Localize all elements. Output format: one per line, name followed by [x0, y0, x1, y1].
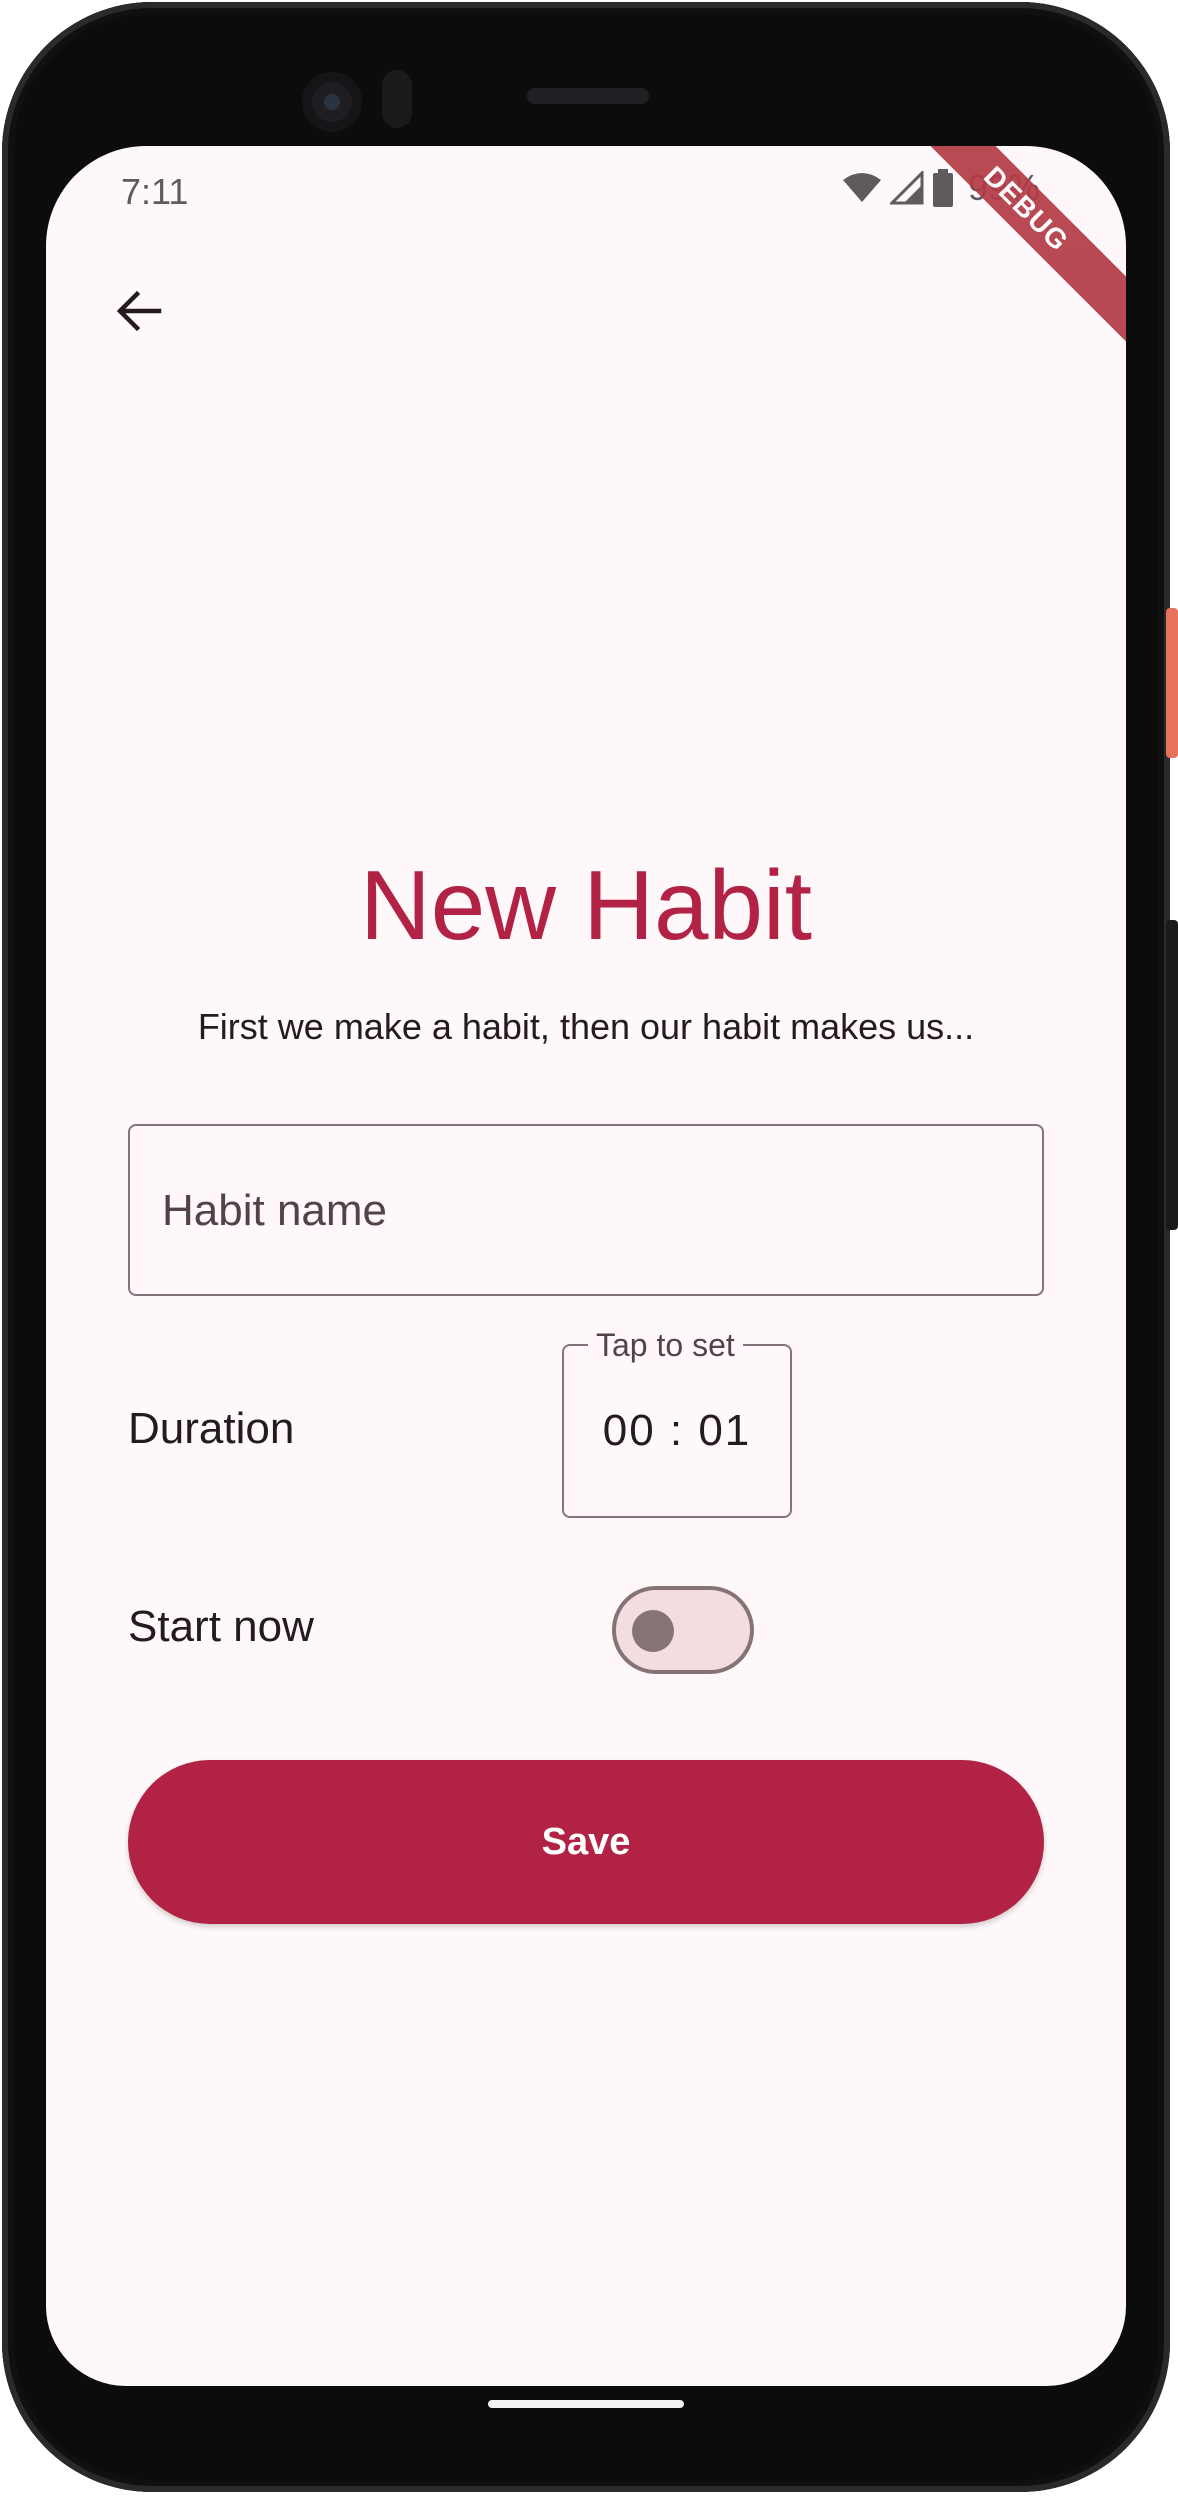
proximity-sensor — [382, 70, 412, 128]
page-subtitle: First we make a habit, then our habit ma… — [197, 1006, 975, 1047]
habit-name-field[interactable] — [128, 1124, 1044, 1296]
back-button[interactable] — [94, 266, 184, 356]
power-button — [1166, 608, 1178, 758]
save-button[interactable]: Save — [128, 1760, 1044, 1924]
switch-thumb — [632, 1610, 674, 1652]
duration-picker-label: Tap to set — [588, 1328, 743, 1362]
battery-icon — [933, 169, 953, 207]
habit-name-input[interactable] — [160, 1126, 1014, 1296]
duration-value: 00 : 01 — [602, 1406, 752, 1455]
start-now-label: Start now — [128, 1602, 314, 1651]
earpiece-speaker — [527, 88, 649, 104]
start-now-switch[interactable] — [612, 1586, 754, 1674]
volume-button — [1166, 920, 1178, 1230]
duration-picker[interactable]: Tap to set 00 : 01 — [562, 1328, 792, 1518]
page-title: New Habit — [359, 850, 813, 960]
home-indicator[interactable] — [488, 2400, 684, 2408]
front-camera — [302, 72, 362, 132]
duration-label: Duration — [128, 1404, 295, 1453]
app-screen: 7:11 99% DEBUG New Habit First we make a… — [46, 146, 1126, 2386]
cell-signal-icon — [890, 171, 924, 205]
arrow-back-icon — [116, 290, 162, 332]
status-time: 7:11 — [121, 171, 189, 212]
wifi-icon — [843, 173, 881, 202]
